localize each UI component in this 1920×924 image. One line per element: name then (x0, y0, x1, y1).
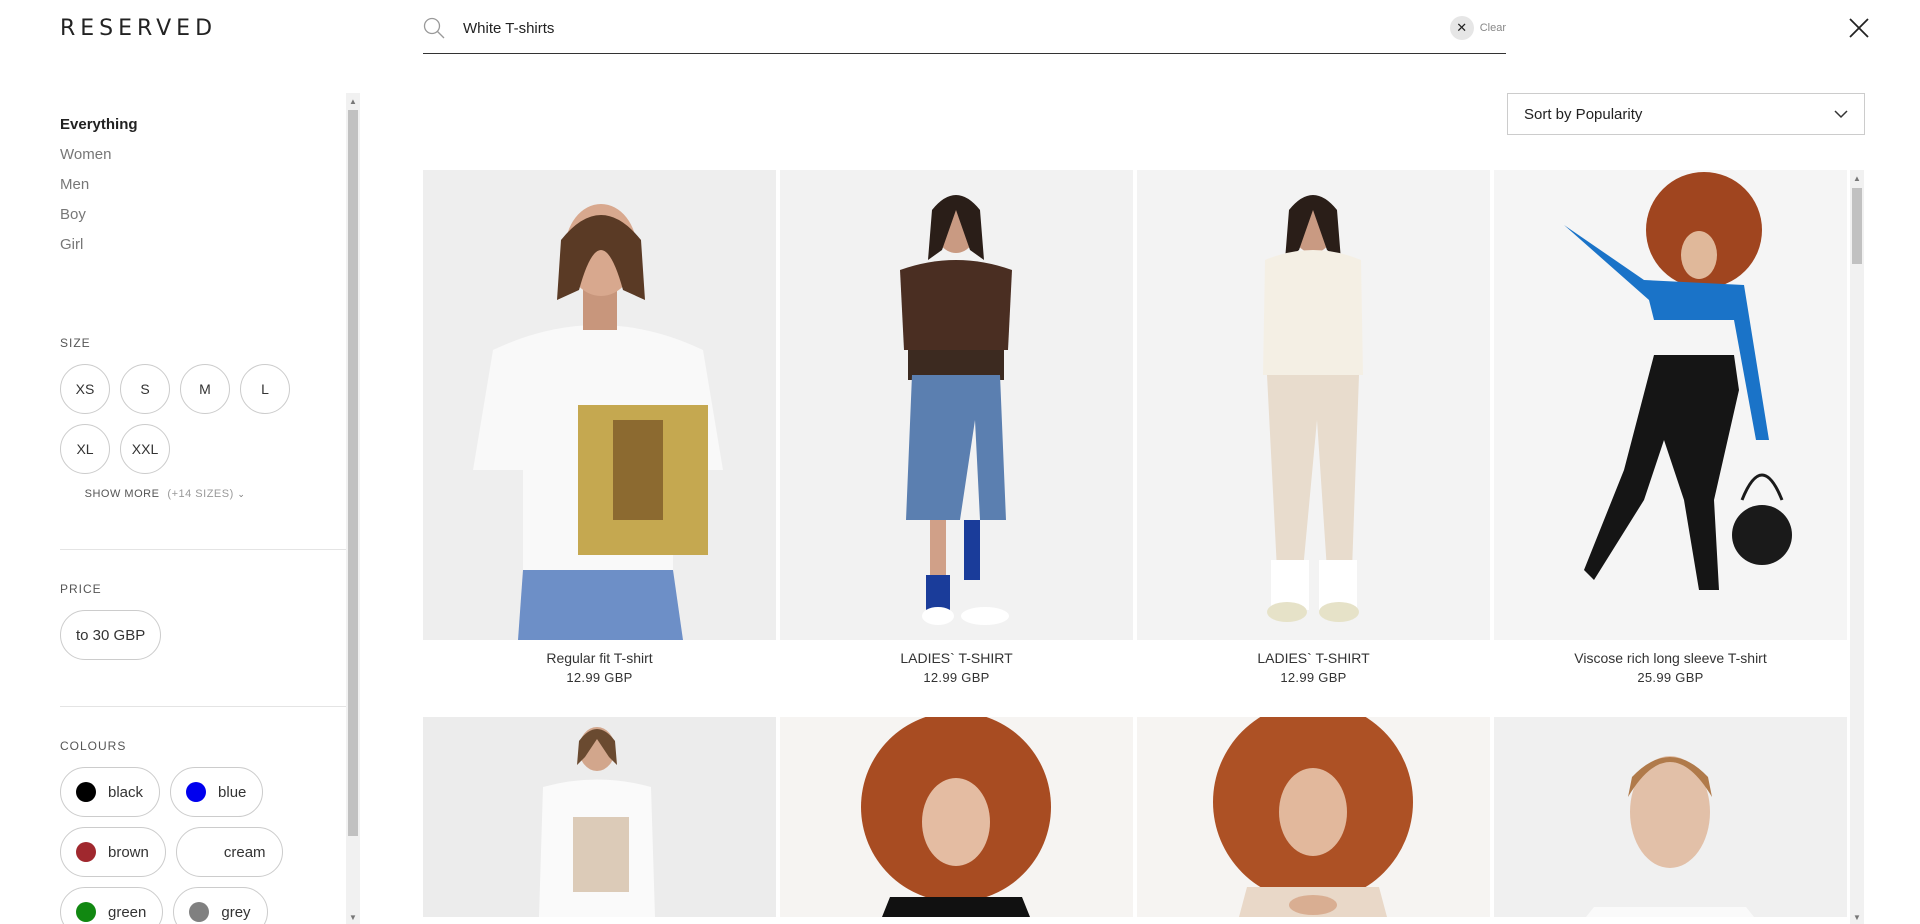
product-price: 25.99 GBP (1637, 670, 1704, 685)
category-girl[interactable]: Girl (60, 230, 346, 260)
colour-swatch (186, 782, 207, 802)
colour-option-black[interactable]: black (60, 767, 161, 817)
product-card[interactable]: Viscose rich long sleeve T-shirt 25.99 G… (1494, 170, 1847, 685)
colour-label: black (108, 783, 144, 801)
product-name[interactable]: LADIES` T-SHIRT (780, 650, 1133, 666)
product-image[interactable] (1137, 717, 1490, 917)
close-icon[interactable] (1848, 17, 1870, 39)
product-card[interactable] (1494, 717, 1847, 917)
product-price: 12.99 GBP (923, 670, 990, 685)
product-image[interactable] (423, 170, 776, 640)
colour-swatch (189, 902, 210, 922)
category-men[interactable]: Men (60, 170, 346, 200)
product-name[interactable]: LADIES` T-SHIRT (1137, 650, 1490, 666)
results-scrollbar[interactable] (1850, 170, 1864, 924)
product-card[interactable]: LADIES` T-SHIRT 12.99 GBP (780, 170, 1133, 685)
sidebar-scrollbar-thumb[interactable] (348, 110, 358, 836)
price-option-to-30[interactable]: to 30 GBP (60, 610, 162, 660)
chevron-down-icon[interactable] (1834, 109, 1848, 119)
colour-option-green[interactable]: green (60, 887, 164, 924)
colour-option-brown[interactable]: brown (60, 827, 166, 877)
size-filter: SIZE XS S M L XL XXL SHOW MORE (+14 SIZES… (60, 336, 346, 500)
product-image[interactable] (780, 170, 1133, 640)
product-card[interactable] (780, 717, 1133, 917)
colour-swatch (76, 782, 96, 802)
product-grid: Regular fit T-shirt 12.99 GBP LADIES` T-… (423, 170, 1848, 924)
product-card[interactable] (1137, 717, 1490, 917)
colour-label: brown (108, 843, 149, 861)
scroll-up-arrow-icon[interactable]: ▲ (346, 94, 360, 108)
sort-label[interactable]: Sort by Popularity (1524, 106, 1642, 123)
colour-label: green (108, 903, 147, 921)
search-bar: ✕ Clear (423, 8, 1506, 54)
clear-search-button[interactable]: ✕ Clear (1449, 16, 1506, 40)
colour-label: cream (223, 843, 266, 861)
product-image[interactable] (780, 717, 1133, 917)
product-image[interactable] (1494, 717, 1847, 917)
results-scrollbar-thumb[interactable] (1852, 188, 1862, 264)
category-boy[interactable]: Boy (60, 200, 346, 230)
colour-option-cream[interactable]: cream (175, 827, 283, 877)
category-list: Everything Women Men Boy Girl (60, 110, 346, 260)
divider (60, 549, 346, 550)
category-everything[interactable]: Everything (60, 110, 346, 140)
size-option-xl[interactable]: XL (60, 424, 110, 474)
colour-swatch (192, 842, 212, 862)
clear-x-icon[interactable]: ✕ (1449, 16, 1474, 40)
size-option-xs[interactable]: XS (60, 364, 110, 414)
show-more-label[interactable]: SHOW MORE (85, 488, 160, 500)
colours-title: COLOURS (60, 739, 127, 753)
product-image[interactable] (423, 717, 776, 917)
product-image[interactable] (1137, 170, 1490, 640)
product-price: 12.99 GBP (566, 670, 633, 685)
colour-filter: COLOURS black blue brown cream green gre… (60, 739, 346, 924)
colour-label: blue (218, 783, 247, 801)
product-card[interactable] (423, 717, 776, 917)
category-women[interactable]: Women (60, 140, 346, 170)
show-more-sizes-button[interactable]: SHOW MORE (+14 SIZES) ⌄ (60, 488, 270, 500)
search-input[interactable] (463, 14, 1363, 42)
filter-sidebar: Everything Women Men Boy Girl SIZE XS S … (60, 110, 346, 924)
product-card[interactable]: Regular fit T-shirt 12.99 GBP (423, 170, 776, 685)
product-card[interactable]: LADIES` T-SHIRT 12.99 GBP (1137, 170, 1490, 685)
price-title: PRICE (60, 582, 102, 596)
chevron-down-icon[interactable]: ⌄ (237, 489, 245, 499)
colour-option-blue[interactable]: blue (170, 767, 264, 817)
product-price: 12.99 GBP (1280, 670, 1347, 685)
colour-option-grey[interactable]: grey (173, 887, 268, 924)
scroll-down-arrow-icon[interactable]: ▼ (1850, 910, 1864, 924)
product-image[interactable] (1494, 170, 1847, 640)
colour-swatch (76, 842, 96, 862)
brand-logo[interactable]: RESERVED (60, 16, 217, 41)
colour-label: grey (221, 903, 251, 921)
product-name[interactable]: Regular fit T-shirt (423, 650, 776, 666)
search-icon (423, 17, 445, 39)
size-option-m[interactable]: M (180, 364, 230, 414)
show-more-count[interactable]: (+14 SIZES) (167, 488, 233, 500)
colour-swatch (76, 902, 96, 922)
sort-dropdown[interactable]: Sort by Popularity (1507, 93, 1865, 135)
size-option-s[interactable]: S (120, 364, 170, 414)
clear-label[interactable]: Clear (1480, 22, 1506, 34)
size-title: SIZE (60, 336, 91, 350)
scroll-up-arrow-icon[interactable]: ▲ (1850, 171, 1864, 185)
product-name[interactable]: Viscose rich long sleeve T-shirt (1494, 650, 1847, 666)
price-filter: PRICE to 30 GBP (60, 582, 162, 660)
divider (60, 706, 346, 707)
size-option-l[interactable]: L (240, 364, 290, 414)
scroll-down-arrow-icon[interactable]: ▼ (346, 910, 360, 924)
size-option-xxl[interactable]: XXL (120, 424, 170, 474)
